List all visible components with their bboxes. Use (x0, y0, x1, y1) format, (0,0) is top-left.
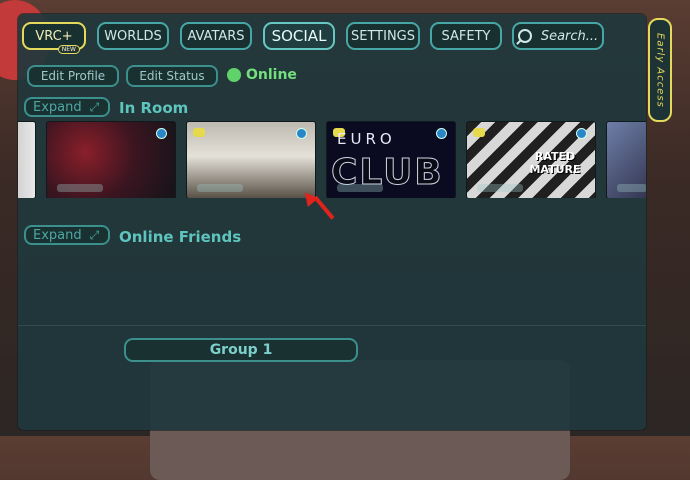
edit-status-button[interactable]: Edit Status (126, 65, 218, 87)
new-badge: NEW (57, 45, 80, 54)
expand-in-room-button[interactable]: Expand ⤢ (24, 97, 110, 117)
edit-status-label: Edit Status (139, 69, 205, 83)
search-label: Search... (540, 28, 599, 44)
name-plate (617, 184, 646, 192)
status-dot-icon (156, 128, 167, 139)
edit-profile-label: Edit Profile (40, 69, 106, 83)
tab-worlds[interactable]: WORLDS (97, 22, 169, 50)
avatar-thumbnail[interactable] (18, 121, 36, 198)
tab-social-label: SOCIAL (271, 27, 327, 45)
in-room-thumbnail-strip: EURO CLUB RATED MATURE (18, 118, 646, 198)
avatar-thumbnail[interactable] (46, 121, 176, 198)
online-status-dot (227, 68, 241, 82)
in-room-title: In Room (119, 99, 189, 117)
friend-icon (473, 128, 485, 137)
search-icon (517, 29, 532, 43)
tab-settings[interactable]: SETTINGS (346, 22, 420, 50)
avatar-thumbnail[interactable] (606, 121, 646, 198)
name-plate (477, 184, 523, 192)
avatar-thumbnail[interactable]: EURO CLUB (326, 121, 456, 198)
online-friends-title: Online Friends (119, 228, 242, 246)
name-plate (337, 184, 383, 192)
expand-online-friends-button[interactable]: Expand ⤢ (24, 225, 110, 245)
vrc-plus-button[interactable]: VRC+ NEW (22, 22, 86, 54)
thumbnail-text-main: RATED MATURE (529, 150, 581, 176)
avatar-thumbnail[interactable] (186, 121, 316, 198)
tab-worlds-label: WORLDS (104, 28, 162, 44)
name-plate (57, 184, 103, 192)
search-button[interactable]: Search... (512, 22, 604, 50)
group-1-button[interactable]: Group 1 (124, 338, 358, 362)
expand-arrows-icon: ⤢ (89, 227, 100, 242)
online-status-text: Online (246, 67, 297, 83)
tab-safety[interactable]: SAFETY (430, 22, 502, 50)
thumbnail-text-top: EURO (337, 130, 396, 148)
group-1-label: Group 1 (209, 342, 273, 358)
edit-profile-button[interactable]: Edit Profile (27, 65, 119, 87)
tab-avatars-label: AVATARS (187, 28, 245, 44)
expand-label: Expand (33, 227, 82, 243)
friend-icon (193, 128, 205, 137)
avatar-thumbnail[interactable]: RATED MATURE (466, 121, 596, 198)
expand-label: Expand (33, 99, 82, 115)
divider (18, 325, 646, 326)
tab-settings-label: SETTINGS (350, 28, 415, 44)
early-access-tab[interactable]: Early Access (648, 18, 672, 122)
early-access-label: Early Access (654, 32, 666, 108)
vrc-plus-label: VRC+ (35, 28, 73, 44)
status-dot-icon (436, 128, 447, 139)
status-dot-icon (296, 128, 307, 139)
status-dot-icon (576, 128, 587, 139)
name-plate (197, 184, 243, 192)
expand-arrows-icon: ⤢ (89, 99, 100, 114)
tab-social[interactable]: SOCIAL (263, 22, 335, 50)
tab-safety-label: SAFETY (441, 28, 491, 44)
tab-avatars[interactable]: AVATARS (180, 22, 252, 50)
